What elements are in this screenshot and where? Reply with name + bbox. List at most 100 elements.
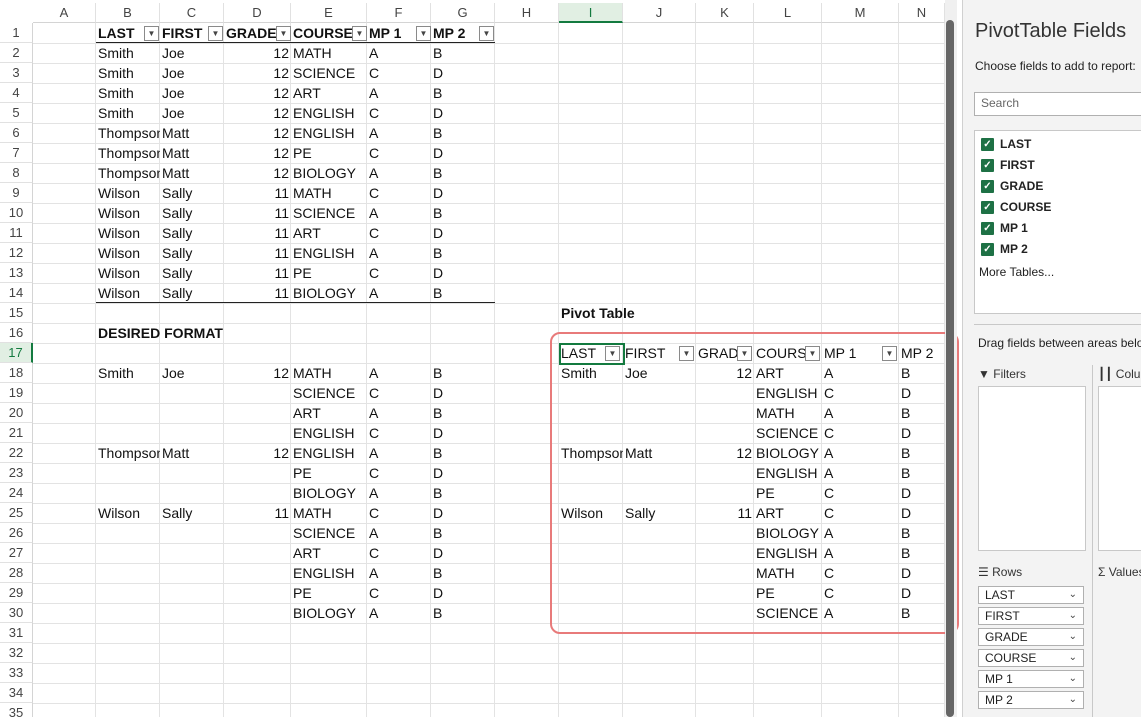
source-table-cell[interactable]: 12 xyxy=(224,103,291,123)
source-table-cell[interactable]: B xyxy=(431,83,495,103)
source-table-cell[interactable]: B xyxy=(431,123,495,143)
column-header-l[interactable]: L xyxy=(754,3,822,23)
source-table-cell[interactable]: ENGLISH xyxy=(291,123,367,143)
column-header-n[interactable]: N xyxy=(899,3,945,23)
row-header-11[interactable]: 11 xyxy=(0,223,33,243)
pivot-table-cell[interactable]: Wilson xyxy=(559,503,623,523)
row-header-6[interactable]: 6 xyxy=(0,123,33,143)
pivot-table-cell[interactable]: D xyxy=(899,583,945,603)
source-table-cell[interactable]: Thompson xyxy=(96,123,160,143)
desired-format-cell[interactable]: SCIENCE xyxy=(291,523,367,543)
desired-format-cell[interactable]: B xyxy=(431,603,495,623)
row-header-28[interactable]: 28 xyxy=(0,563,33,583)
row-header-21[interactable]: 21 xyxy=(0,423,33,443)
column-header-f[interactable]: F xyxy=(367,3,431,23)
desired-format-cell[interactable]: A xyxy=(367,443,431,463)
row-header-25[interactable]: 25 xyxy=(0,503,33,523)
column-header-b[interactable]: B xyxy=(96,3,160,23)
row-header-17[interactable]: 17 xyxy=(0,343,33,363)
source-table-cell[interactable]: Smith xyxy=(96,83,160,103)
desired-format-cell[interactable]: 11 xyxy=(224,503,291,523)
chevron-down-icon[interactable]: ⌄ xyxy=(1069,650,1077,666)
source-table-cell[interactable]: C xyxy=(367,263,431,283)
desired-format-cell[interactable]: BIOLOGY xyxy=(291,603,367,623)
source-table-cell[interactable]: 11 xyxy=(224,203,291,223)
source-table-cell[interactable]: Sally xyxy=(160,183,224,203)
desired-format-cell[interactable]: 12 xyxy=(224,363,291,383)
source-table-cell[interactable]: Sally xyxy=(160,203,224,223)
source-table-cell[interactable]: Joe xyxy=(160,83,224,103)
desired-format-cell[interactable]: C xyxy=(367,383,431,403)
source-table-cell[interactable]: C xyxy=(367,63,431,83)
source-header-cell[interactable]: COURSE xyxy=(291,23,352,43)
field-checkbox-item[interactable]: ✓ COURSE xyxy=(981,200,1051,218)
desired-format-cell[interactable]: Sally xyxy=(160,503,224,523)
row-header-10[interactable]: 10 xyxy=(0,203,33,223)
source-table-cell[interactable]: A xyxy=(367,123,431,143)
field-checkbox-item[interactable]: ✓ FIRST xyxy=(981,158,1035,176)
source-table-cell[interactable]: Wilson xyxy=(96,263,160,283)
pivot-filter-dropdown[interactable]: ▼ xyxy=(882,346,897,361)
pivot-table-cell[interactable]: ART xyxy=(754,503,822,523)
source-table-cell[interactable]: Matt xyxy=(160,143,224,163)
source-filter-dropdown[interactable]: ▼ xyxy=(416,26,431,41)
source-filter-dropdown[interactable]: ▼ xyxy=(352,26,367,41)
desired-format-cell[interactable]: MATH xyxy=(291,363,367,383)
pivot-table-cell[interactable]: Smith xyxy=(559,363,623,383)
source-table-cell[interactable]: D xyxy=(431,143,495,163)
source-table-cell[interactable]: C xyxy=(367,223,431,243)
row-header-15[interactable]: 15 xyxy=(0,303,33,323)
pivot-table-cell[interactable]: ENGLISH xyxy=(754,463,822,483)
row-header-20[interactable]: 20 xyxy=(0,403,33,423)
desired-format-cell[interactable]: Smith xyxy=(96,363,160,383)
checkbox-checked-icon[interactable]: ✓ xyxy=(981,180,994,194)
desired-format-cell[interactable]: ENGLISH xyxy=(291,563,367,583)
desired-format-cell[interactable]: B xyxy=(431,483,495,503)
pivot-table-title[interactable]: Pivot Table xyxy=(559,303,696,323)
row-header-31[interactable]: 31 xyxy=(0,623,33,643)
desired-format-cell[interactable]: D xyxy=(431,383,495,403)
pivot-table-cell[interactable]: B xyxy=(899,523,945,543)
columns-drop-area[interactable] xyxy=(1098,386,1141,551)
pivot-table-cell[interactable]: BIOLOGY xyxy=(754,443,822,463)
pivot-table-cell[interactable]: C xyxy=(822,503,899,523)
field-checkbox-item[interactable]: ✓ MP 1 xyxy=(981,221,1028,239)
chevron-down-icon[interactable]: ⌄ xyxy=(1069,692,1077,708)
source-table-cell[interactable]: 11 xyxy=(224,263,291,283)
desired-format-cell[interactable]: C xyxy=(367,503,431,523)
desired-format-cell[interactable]: A xyxy=(367,563,431,583)
pivot-table-cell[interactable]: B xyxy=(899,463,945,483)
pivot-table-cell[interactable]: D xyxy=(899,423,945,443)
desired-format-cell[interactable]: D xyxy=(431,543,495,563)
source-table-cell[interactable]: C xyxy=(367,143,431,163)
desired-format-cell[interactable]: ENGLISH xyxy=(291,443,367,463)
source-table-cell[interactable]: ENGLISH xyxy=(291,103,367,123)
desired-format-cell[interactable]: D xyxy=(431,583,495,603)
pivot-table-cell[interactable]: D xyxy=(899,563,945,583)
row-header-2[interactable]: 2 xyxy=(0,43,33,63)
checkbox-checked-icon[interactable]: ✓ xyxy=(981,159,994,173)
row-header-29[interactable]: 29 xyxy=(0,583,33,603)
source-header-cell[interactable]: MP 2 xyxy=(431,23,479,43)
source-table-cell[interactable]: C xyxy=(367,103,431,123)
source-table-cell[interactable]: Joe xyxy=(160,103,224,123)
desired-format-cell[interactable]: C xyxy=(367,463,431,483)
source-table-cell[interactable]: 12 xyxy=(224,83,291,103)
checkbox-checked-icon[interactable]: ✓ xyxy=(981,138,994,152)
pivot-table-cell[interactable]: Joe xyxy=(623,363,696,383)
chevron-down-icon[interactable]: ⌄ xyxy=(1069,671,1077,687)
desired-format-cell[interactable]: ART xyxy=(291,403,367,423)
source-filter-dropdown[interactable]: ▼ xyxy=(144,26,159,41)
desired-format-cell[interactable]: MATH xyxy=(291,503,367,523)
desired-format-cell[interactable]: C xyxy=(367,423,431,443)
column-header-j[interactable]: J xyxy=(623,3,696,23)
source-table-cell[interactable]: PE xyxy=(291,143,367,163)
source-table-cell[interactable]: MATH xyxy=(291,43,367,63)
row-header-16[interactable]: 16 xyxy=(0,323,33,343)
desired-format-cell[interactable]: C xyxy=(367,543,431,563)
source-table-cell[interactable]: 11 xyxy=(224,223,291,243)
source-table-cell[interactable]: D xyxy=(431,63,495,83)
desired-format-title[interactable]: DESIRED FORMAT xyxy=(96,323,291,343)
source-table-cell[interactable]: 11 xyxy=(224,183,291,203)
worksheet-grid[interactable]: A B C D E F G H I J K L M N 1 2 3 4 5 6 7 8 9 10 11 12 13 14 15 16 17 1… xyxy=(0,0,945,717)
